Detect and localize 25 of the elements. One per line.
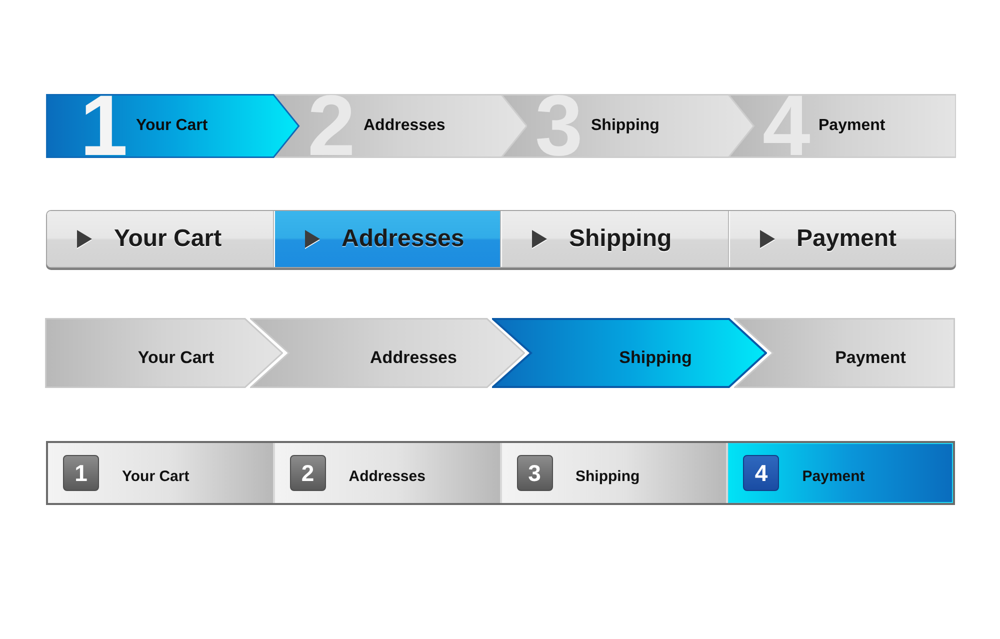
step-number: 3 [516,455,552,491]
step-number: 1 [80,94,129,158]
step-label: Payment [802,466,865,484]
step-label: Shipping [591,117,660,135]
step-number: 2 [290,455,326,491]
step-label: Your Cart [122,466,190,484]
step-label: Addresses [370,348,457,368]
step-tab[interactable]: Your Cart [47,211,274,267]
step-label: Shipping [576,466,640,484]
step-label: Addresses [348,466,426,484]
step-label: Your Cart [136,117,208,135]
triangle-icon [760,230,774,248]
triangle-icon [77,230,92,248]
step-number: 1 [63,455,99,491]
step-label: Addresses [364,117,446,135]
triangle-icon [304,230,320,248]
step-label: Payment [818,117,886,135]
step-tab[interactable]: Payment [730,211,955,267]
step-label: Payment [835,348,906,368]
triangle-icon [532,230,547,248]
step-tab[interactable]: Shipping [502,211,728,267]
step-number: 4 [743,455,780,491]
step-label: Your Cart [138,348,214,368]
step-tab[interactable]: Addresses [274,211,501,267]
step-label: Shipping [619,348,692,368]
